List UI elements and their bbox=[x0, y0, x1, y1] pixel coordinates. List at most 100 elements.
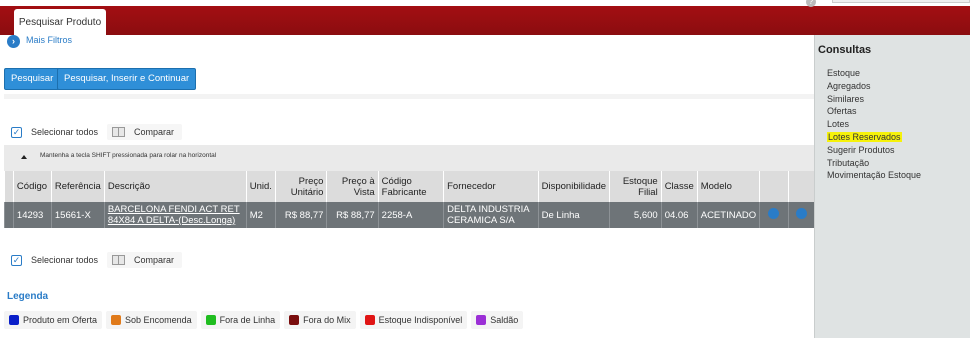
legend-item: Saldão bbox=[471, 311, 524, 329]
cell-fornecedor: DELTA INDUSTRIA CERAMICA S/A bbox=[443, 202, 539, 228]
book-icon bbox=[112, 127, 126, 137]
consultas-item[interactable]: Agregados bbox=[827, 80, 921, 93]
header-search-input[interactable] bbox=[832, 0, 970, 3]
details-icon[interactable] bbox=[795, 208, 807, 219]
legend: Produto em Oferta Sob Encomenda Fora de Li… bbox=[4, 311, 527, 329]
comparar-label: Comparar bbox=[134, 255, 175, 265]
column-header-descricao[interactable]: Descrição bbox=[103, 171, 247, 202]
tab-pesquisar-produto[interactable]: Pesquisar Produto bbox=[14, 9, 106, 36]
consultas-item-label[interactable]: Movimentação Estoque bbox=[827, 170, 921, 180]
pesquisar-button[interactable]: Pesquisar bbox=[4, 68, 61, 90]
cell-preco-unitario: R$ 88,77 bbox=[274, 202, 327, 228]
cell-disponibilidade: De Linha bbox=[537, 202, 610, 228]
product-table: Código Referência Descrição Unid. Preço … bbox=[4, 171, 814, 228]
legend-label: Estoque Indisponível bbox=[378, 315, 463, 325]
legend-label: Fora de Linha bbox=[219, 315, 276, 325]
legend-swatch bbox=[9, 315, 19, 325]
consultas-item[interactable]: Lotes bbox=[827, 118, 921, 131]
chevron-right-circle-icon[interactable]: › bbox=[7, 35, 20, 48]
consultas-item-label[interactable]: Agregados bbox=[827, 81, 871, 91]
legend-title: Legenda bbox=[7, 291, 49, 302]
consultas-item[interactable]: Movimentação Estoque bbox=[827, 169, 921, 182]
legend-label: Saldão bbox=[490, 315, 519, 325]
column-header-preco-vista[interactable]: Preço à Vista bbox=[326, 171, 379, 202]
top-bar: ? Pesquisar Produto bbox=[0, 0, 970, 36]
column-header-codigo[interactable]: Código bbox=[12, 171, 52, 202]
main-panel: › Mais Filtros Pesquisar Pesquisar, Inse… bbox=[0, 35, 814, 338]
cell-referencia: 15661-X bbox=[50, 202, 105, 228]
consultas-item[interactable]: Estoque bbox=[827, 67, 921, 80]
legend-item: Estoque Indisponível bbox=[359, 311, 468, 329]
mais-filtros-label[interactable]: Mais Filtros bbox=[26, 35, 72, 45]
consultas-sidebar: Consultas Estoque Agregados Similares Ofert… bbox=[814, 35, 970, 338]
selecionar-todos-label[interactable]: Selecionar todos bbox=[31, 255, 98, 265]
legend-label: Produto em Oferta bbox=[23, 315, 98, 325]
consultas-list: Estoque Agregados Similares Ofertas Lotes Lot… bbox=[827, 67, 921, 182]
cell-codigo: 14293 bbox=[12, 202, 52, 228]
column-header-modelo[interactable]: Modelo bbox=[696, 171, 760, 202]
scroll-hint-bar: Mantenha a tecla SHIFT pressionada para … bbox=[4, 145, 814, 171]
select-column-header bbox=[4, 171, 14, 202]
column-header-preco-unitario[interactable]: Preço Unitário bbox=[274, 171, 327, 202]
cell-unid: M2 bbox=[245, 202, 276, 228]
info-icon[interactable] bbox=[768, 208, 780, 219]
pesquisar-inserir-continuar-button[interactable]: Pesquisar, Inserir e Continuar bbox=[57, 68, 197, 90]
column-header-referencia[interactable]: Referência bbox=[50, 171, 105, 202]
scroll-hint-text: Mantenha a tecla SHIFT pressionada para … bbox=[40, 152, 217, 159]
cell-modelo: ACETINADO bbox=[696, 202, 760, 228]
cell-preco-vista: R$ 88,77 bbox=[326, 202, 379, 228]
header-bar bbox=[0, 6, 970, 35]
comparar-button[interactable]: Comparar bbox=[107, 124, 183, 140]
column-header-classe[interactable]: Classe bbox=[660, 171, 698, 202]
selecionar-todos-checkbox[interactable]: ✓ bbox=[11, 254, 22, 266]
consultas-item-label[interactable]: Ofertas bbox=[827, 106, 857, 116]
consultas-item-label[interactable]: Lotes Reservados bbox=[827, 131, 902, 142]
action-column-header bbox=[787, 171, 814, 202]
legend-swatch bbox=[289, 315, 300, 325]
consultas-item-label[interactable]: Tributação bbox=[827, 158, 869, 168]
legend-swatch bbox=[205, 315, 216, 325]
column-header-estoque-filial[interactable]: Estoque Filial bbox=[609, 171, 662, 202]
legend-swatch bbox=[476, 315, 487, 325]
column-header-fornecedor[interactable]: Fornecedor bbox=[443, 171, 539, 202]
mais-filtros-link[interactable]: › Mais Filtros bbox=[7, 35, 72, 48]
consultas-item-label[interactable]: Sugerir Produtos bbox=[827, 145, 895, 155]
consultas-item[interactable]: Lotes Reservados bbox=[827, 131, 921, 144]
consultas-item-label[interactable]: Lotes bbox=[827, 119, 849, 129]
comparar-label: Comparar bbox=[134, 127, 175, 137]
row-action-cell[interactable] bbox=[787, 202, 814, 228]
table-header-row: Código Referência Descrição Unid. Preço … bbox=[4, 171, 814, 202]
legend-label: Fora do Mix bbox=[303, 315, 351, 325]
legend-swatch bbox=[364, 315, 375, 325]
selecionar-todos-checkbox[interactable]: ✓ bbox=[11, 126, 22, 138]
comparar-button[interactable]: Comparar bbox=[107, 252, 183, 268]
legend-item: Produto em Oferta bbox=[4, 311, 103, 329]
table-row[interactable]: 14293 15661-X BARCELONA FENDI ACT RET 84… bbox=[4, 202, 814, 228]
consultas-item[interactable]: Tributação bbox=[827, 157, 921, 170]
selecionar-todos-label[interactable]: Selecionar todos bbox=[31, 127, 98, 137]
cell-classe: 04.06 bbox=[660, 202, 698, 228]
legend-label: Sob Encomenda bbox=[125, 315, 192, 325]
action-column-header bbox=[759, 171, 789, 202]
collapse-icon[interactable] bbox=[21, 155, 27, 159]
cell-estoque-filial: 5,600 bbox=[609, 202, 662, 228]
consultas-item[interactable]: Similares bbox=[827, 93, 921, 106]
column-header-codigo-fabricante[interactable]: Código Fabricante bbox=[377, 171, 444, 202]
consultas-item[interactable]: Sugerir Produtos bbox=[827, 144, 921, 157]
divider bbox=[4, 94, 814, 99]
column-header-unid[interactable]: Unid. bbox=[245, 171, 276, 202]
row-action-cell[interactable] bbox=[759, 202, 789, 228]
row-select-cell[interactable] bbox=[4, 202, 14, 228]
consultas-item[interactable]: Ofertas bbox=[827, 105, 921, 118]
cell-descricao[interactable]: BARCELONA FENDI ACT RET 84X84 A DELTA-(D… bbox=[103, 202, 247, 228]
selection-toolbar-bottom: ✓ Selecionar todos Comparar bbox=[11, 252, 183, 268]
consultas-item-label[interactable]: Estoque bbox=[827, 68, 860, 78]
consultas-title: Consultas bbox=[818, 44, 872, 56]
legend-swatch bbox=[111, 315, 122, 325]
legend-item: Fora do Mix bbox=[284, 311, 356, 329]
legend-item: Fora de Linha bbox=[200, 311, 281, 329]
selection-toolbar-top: ✓ Selecionar todos Comparar bbox=[11, 124, 183, 140]
legend-item: Sob Encomenda bbox=[106, 311, 197, 329]
column-header-disponibilidade[interactable]: Disponibilidade bbox=[537, 171, 610, 202]
consultas-item-label[interactable]: Similares bbox=[827, 94, 864, 104]
